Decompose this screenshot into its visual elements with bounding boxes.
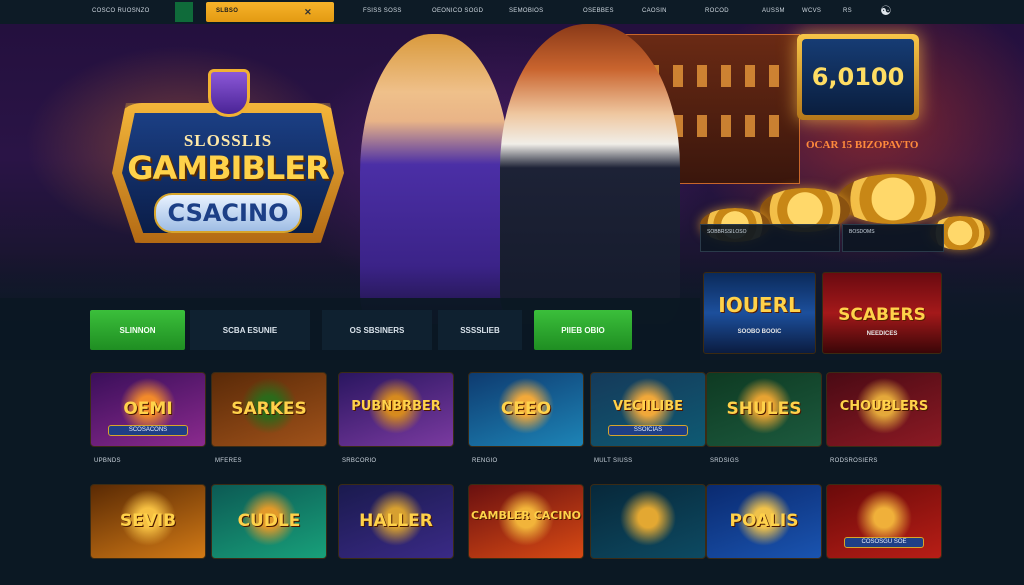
game-tile[interactable]: HALLER [338,484,454,559]
game-tile[interactable]: SARKES [211,372,327,447]
game-title: PUBNBRBER [351,399,441,414]
game-subtitle: SSOICIAS [608,425,688,436]
nav-link-4[interactable]: OSEBBES [583,8,614,14]
hostess-left-image [360,34,510,324]
game-caption[interactable]: MFERES [215,458,242,464]
featured-game-2[interactable]: SCABERS NEEDICES [822,272,942,354]
featured-sub: NEEDICES [866,331,898,337]
game-caption[interactable]: SRBCORIO [342,458,376,464]
game-tile[interactable] [590,484,706,559]
game-title: CHOUBLERS [839,399,929,414]
casino-logo[interactable]: SLOSSLIS GAMBIBLER CSACINO [98,69,358,254]
game-tile[interactable]: PUBNBRBER [338,372,454,447]
featured-title: IOUERL [718,293,801,317]
game-caption[interactable]: RODSROSIERS [830,458,878,464]
casino-page: COSCO RUOSNZO SLBSO ✕ FSISS SOSS OEONICO… [0,0,1024,585]
shield-icon [208,69,250,117]
game-title: VECIILIBE [612,399,684,414]
nav-link-2[interactable]: OEONICO SOGD [432,8,483,14]
game-tile[interactable]: SHULES [706,372,822,447]
game-tile[interactable]: CHOUBLERS [826,372,942,447]
game-title: CEEO [500,399,552,419]
filter-button-2[interactable]: SCBA ESUNIE [190,310,310,350]
nav-link-3[interactable]: SEMOBIOS [509,8,543,14]
game-tile[interactable]: CUDLE [211,484,327,559]
nav-link-9[interactable]: RS [843,8,852,14]
logo-casino-text: CSACINO [154,193,302,233]
game-title: POALIS [729,511,799,531]
game-title: CUDLE [237,511,301,531]
nav-link-8[interactable]: WCVS [802,8,821,14]
logo-main-text: GAMBIBLER [127,149,329,187]
filter-button-4[interactable]: SSSSLIEB [438,310,522,350]
game-tile[interactable]: OEMI SCOSACONS [90,372,206,447]
game-tile[interactable]: POALIS [706,484,822,559]
game-caption[interactable]: MULT SIUSS [594,458,632,464]
game-tile[interactable]: SEVIB [90,484,206,559]
game-title: SEVIB [119,511,177,531]
nav-link-1[interactable]: FSISS SOSS [363,8,402,14]
filter-button-5[interactable]: PIIEB OBIO [534,310,632,350]
nav-link-5[interactable]: CAOSIN [642,8,667,14]
game-tile[interactable]: VECIILIBE SSOICIAS [590,372,706,447]
featured-title: SCABERS [838,305,926,325]
bonus-amount-badge[interactable]: 6,0100 [797,34,919,120]
game-subtitle: SCOSACONS [108,425,188,436]
search-label: SLBSO [216,8,239,14]
logo-top-text: SLOSSLIS [183,131,273,150]
hero-panel-left[interactable]: SOBBRSSILOSO [700,224,840,252]
featured-sub: SOOBO BOOIC [737,329,782,335]
search-bar[interactable]: SLBSO ✕ [206,2,334,22]
game-tile[interactable]: COSOSGU SOE [826,484,942,559]
nav-link-7[interactable]: AUSSM [762,8,785,14]
hero-tagline: OCAR 15 BIZOPAVTO [806,139,919,151]
clear-icon[interactable]: ✕ [304,7,312,18]
game-subtitle: COSOSGU SOE [844,537,924,548]
game-tile[interactable]: CEEO [468,372,584,447]
hostess-right-image [500,24,680,324]
filter-bar: SLINNON SCBA ESUNIE OS SBSINERS SSSSLIEB… [0,298,700,360]
filter-button-1[interactable]: SLINNON [90,310,185,350]
nav-link-6[interactable]: ROCOD [705,8,729,14]
game-caption[interactable]: RENGIO [472,458,497,464]
game-title: OEMI [123,399,173,419]
filter-button-3[interactable]: OS SBSINERS [322,310,432,350]
game-title: HALLER [359,511,433,531]
green-tab-marker [175,2,193,22]
game-title: SHULES [726,399,802,419]
game-caption[interactable]: UPBNDS [94,458,121,464]
game-title: CAMBLER CACINO [470,509,582,522]
hero-panel-right[interactable]: BOSDOMS [842,224,944,252]
site-brand[interactable]: COSCO RUOSNZO [92,8,150,14]
game-title: SARKES [231,399,307,419]
bonus-amount: 6,0100 [802,39,914,115]
hero-info-panels: SOBBRSSILOSO BOSDOMS [700,224,945,252]
featured-game-1[interactable]: IOUERL SOOBO BOOIC [703,272,816,354]
person-icon[interactable]: ☯ [880,3,892,19]
game-caption[interactable]: SRDSIGS [710,458,739,464]
top-navbar: COSCO RUOSNZO SLBSO ✕ FSISS SOSS OEONICO… [0,0,1024,24]
game-tile[interactable]: CAMBLER CACINO [468,484,584,559]
